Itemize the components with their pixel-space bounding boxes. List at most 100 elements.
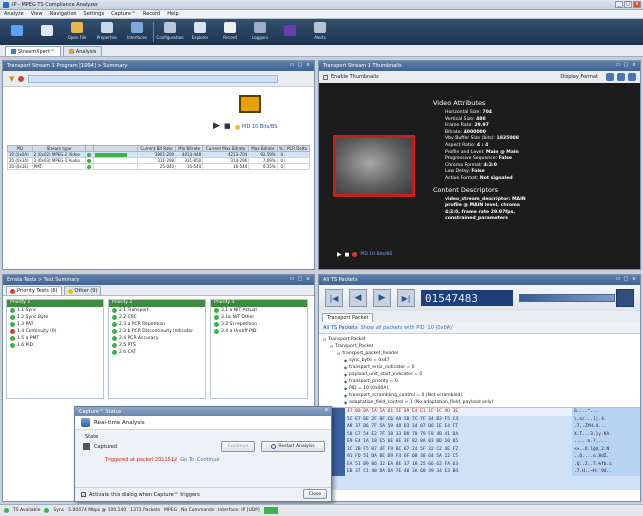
dialog-close-button[interactable]: Close bbox=[303, 489, 327, 499]
menu-item[interactable]: Help bbox=[167, 11, 178, 17]
restore-icon[interactable]: ▭ bbox=[615, 276, 621, 283]
restore-icon[interactable]: ▭ bbox=[289, 276, 295, 283]
tree-node[interactable]: ◆ PID = 10 (0x00A) bbox=[323, 385, 636, 392]
video-frame[interactable] bbox=[333, 135, 415, 197]
maximize-icon[interactable]: □ bbox=[297, 62, 303, 69]
menu-item[interactable]: Navigation bbox=[50, 11, 77, 17]
stop-icon[interactable]: ■ bbox=[224, 122, 231, 130]
tab-streamxpert[interactable]: StreamXpert™ bbox=[5, 46, 61, 56]
test-item[interactable]: 1.2 Sync Byte bbox=[7, 314, 103, 321]
test-item[interactable]: 3.1b NIT Other bbox=[211, 314, 307, 321]
test-item[interactable]: 3.2 SI repetition bbox=[211, 321, 307, 328]
test-item[interactable]: 3.1 a NIT Actual bbox=[211, 307, 307, 314]
test-item[interactable]: 1.3 PAT bbox=[7, 321, 103, 328]
stream-selector[interactable] bbox=[28, 74, 279, 83]
restore-icon[interactable]: ▭ bbox=[615, 62, 621, 69]
tree-node[interactable]: ⊟ transport_packet_header bbox=[323, 350, 636, 357]
goto-link[interactable]: Go To bbox=[180, 457, 194, 463]
hex-row[interactable]: 0070EA 51 B9 86 32 EA 0E 37 18 25 66 62 … bbox=[319, 460, 640, 468]
table-row[interactable]: 10 (0x0A) 2 (0x02) MPEG-2 Video 3901-209 40… bbox=[7, 151, 311, 158]
tab-other-tests[interactable]: Other (9) bbox=[63, 286, 102, 295]
menu-item[interactable]: View bbox=[31, 11, 43, 17]
test-item[interactable]: 1.4 Continuity (9) bbox=[7, 328, 103, 335]
maximize-icon[interactable]: □ bbox=[297, 276, 303, 283]
hex-row[interactable]: 0040E9 E4 1A 18 E5 6E 8E 3F 82 0A 03 BD … bbox=[319, 438, 640, 446]
close-icon[interactable]: x bbox=[305, 62, 311, 69]
table-row[interactable]: 20 (0x14) 3 (0x03) MPEG-1 Audio 311-298 311… bbox=[7, 157, 311, 164]
play-icon[interactable]: ▶ bbox=[213, 121, 220, 131]
hex-row[interactable]: 006091 FO 51 DA BE D9 F4 6F 0B 38 64 5A … bbox=[319, 453, 640, 461]
hex-row[interactable]: 003058 C7 54 E2 7F 1B 33 D8 7D 79 F8 4B … bbox=[319, 430, 640, 438]
packet-slider[interactable] bbox=[519, 294, 615, 302]
test-item[interactable]: 2.6 CAT bbox=[109, 349, 205, 356]
dialog-close-icon[interactable]: x bbox=[325, 407, 328, 413]
menu-item[interactable]: Record bbox=[143, 11, 160, 17]
hex-row[interactable]: 000047 00 0A 1A 1A 01 5E 09 E4 E1 1F 1C … bbox=[319, 408, 640, 416]
test-item[interactable]: 2.2 CRC bbox=[109, 314, 205, 321]
maximize-button[interactable]: □ bbox=[624, 1, 632, 8]
tree-node[interactable]: ◆ transport_scrambling_control = 0 (Not s… bbox=[323, 392, 636, 399]
column-header[interactable]: PCR Delta bbox=[283, 145, 311, 152]
stop-icon[interactable]: ■ bbox=[345, 252, 350, 258]
test-item[interactable]: 3.4 a Unreff PID bbox=[211, 328, 307, 335]
toolbar-button[interactable]: Open File bbox=[63, 19, 91, 43]
restore-icon[interactable]: ▭ bbox=[289, 62, 295, 69]
hex-row[interactable]: 0020AB 37 B6 7F 5A 59 48 D3 34 07 D6 1E … bbox=[319, 423, 640, 431]
video-thumbnail-icon[interactable] bbox=[239, 95, 261, 113]
expand-icon[interactable]: ⊟ bbox=[330, 344, 333, 349]
toolbar-button[interactable]: Properties bbox=[93, 19, 121, 43]
test-item[interactable]: 2.5 PTS bbox=[109, 342, 205, 349]
menu-item[interactable]: Settings bbox=[84, 11, 105, 17]
expand-icon[interactable]: ⊟ bbox=[337, 351, 340, 356]
menu-item[interactable]: Capture™ bbox=[111, 11, 136, 17]
test-item[interactable]: 2.3 b PCR Discontinuity Indicator bbox=[109, 328, 205, 335]
format-button-3[interactable] bbox=[628, 73, 636, 81]
hex-row[interactable]: 0080EB 37 C1 48 DA DA 7E 48 3A 60 39 34 … bbox=[319, 468, 640, 476]
restart-analysis-button[interactable]: Restart Analysis bbox=[261, 441, 325, 452]
toolbar-button[interactable] bbox=[3, 19, 31, 43]
tree-node[interactable]: ◆ transport_error_indicator = 0 bbox=[323, 364, 636, 371]
tree-node[interactable]: ⊟ Transport Packet bbox=[323, 336, 636, 343]
filter-icon[interactable]: ▼ bbox=[9, 75, 14, 83]
column-header[interactable]: Current Bit Rate bbox=[136, 145, 177, 152]
toolbar-button[interactable]: Record bbox=[216, 19, 244, 43]
test-item[interactable]: 2.4 PCR Accuracy bbox=[109, 335, 205, 342]
toolbar-button[interactable] bbox=[33, 19, 61, 43]
filter-link[interactable]: Show all packets with PID '10 (0x0A)' bbox=[361, 325, 454, 331]
prev-packet-button[interactable]: ◀ bbox=[349, 289, 367, 307]
tree-node[interactable]: ⊟ Transport_Packet bbox=[323, 343, 636, 350]
enable-thumbnails-checkbox[interactable]: ✓ bbox=[323, 74, 328, 80]
toolbar-button[interactable]: Configuration bbox=[156, 19, 184, 43]
format-button-2[interactable] bbox=[617, 73, 625, 81]
hex-row[interactable]: 00503C 2B F5 07 4F F9 6C 67 24 5F 32 C2 … bbox=[319, 445, 640, 453]
test-item[interactable]: 1.1 Sync bbox=[7, 307, 103, 314]
close-icon[interactable]: x bbox=[305, 276, 311, 283]
stream-icon[interactable] bbox=[18, 75, 25, 82]
test-item[interactable]: 2.1 Transport bbox=[109, 307, 205, 314]
toolbar-button[interactable]: Interfaces bbox=[123, 19, 151, 43]
close-button[interactable]: x bbox=[633, 1, 641, 8]
tree-node[interactable]: ◆ adaptation_field_control = 1 (No adapta… bbox=[323, 399, 636, 406]
toolbar-button[interactable] bbox=[276, 19, 304, 43]
expand-icon[interactable]: ⊟ bbox=[323, 337, 326, 342]
hex-row[interactable]: 00105C E7 6E 2F 8F C6 AA 5B 7C 7F 34 B3 … bbox=[319, 415, 640, 423]
continue-link[interactable]: Continue bbox=[197, 457, 219, 463]
column-header[interactable]: Current Max Bitrate bbox=[202, 145, 250, 152]
close-icon[interactable]: x bbox=[631, 276, 637, 283]
tree-node[interactable]: ◆ payload_unit_start_indicator = 0 bbox=[323, 371, 636, 378]
format-button-1[interactable] bbox=[606, 73, 614, 81]
next-packet-button[interactable]: ▶ bbox=[373, 289, 391, 307]
last-packet-button[interactable]: ▶| bbox=[397, 289, 415, 307]
column-header[interactable]: Max Bitrate bbox=[248, 145, 278, 152]
maximize-icon[interactable]: □ bbox=[623, 276, 629, 283]
column-header[interactable]: Min Bitrate bbox=[175, 145, 204, 152]
tab-transport-packet[interactable]: Transport Packet bbox=[322, 313, 374, 322]
toolbar-button[interactable]: Loggers bbox=[246, 19, 274, 43]
test-item[interactable]: 1.5 a PMT bbox=[7, 335, 103, 342]
first-packet-button[interactable]: |◀ bbox=[325, 289, 343, 307]
grid-view-button[interactable] bbox=[616, 289, 634, 307]
toolbar-button[interactable]: Alerts bbox=[306, 19, 334, 43]
test-item[interactable]: 2.3 a PCR Repetition bbox=[109, 321, 205, 328]
tab-analysis[interactable]: Analysis bbox=[62, 46, 103, 56]
menu-item[interactable]: Analyze bbox=[4, 11, 24, 17]
